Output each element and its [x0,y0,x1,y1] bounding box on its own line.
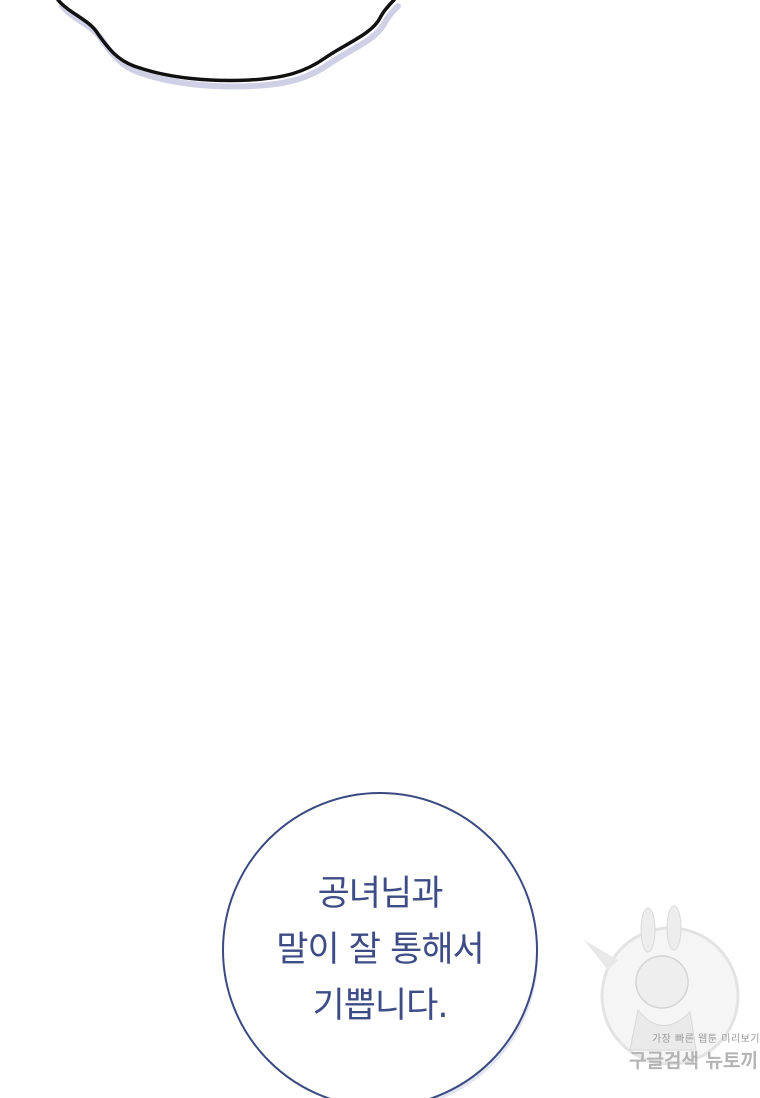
dialogue-line-3: 기쁩니다. [312,986,449,1026]
watermark-tagline: 가장 빠른 웹툰 미리보기 [651,1034,760,1045]
speech-bubble-text: 공녀님과 말이 잘 통해서 기쁩니다. [222,866,538,1034]
comic-page: 공녀님과 말이 잘 통해서 기쁩니다. 가장 빠른 웹툰 미리보기 구글검색 뉴… [0,0,760,1098]
watermark-brand: 구글검색 뉴토끼 [629,1050,758,1072]
dialogue-line-2: 말이 잘 통해서 [276,930,484,970]
dialogue-line-1: 공녀님과 [317,874,444,914]
inked-cloud-shape [56,0,401,90]
